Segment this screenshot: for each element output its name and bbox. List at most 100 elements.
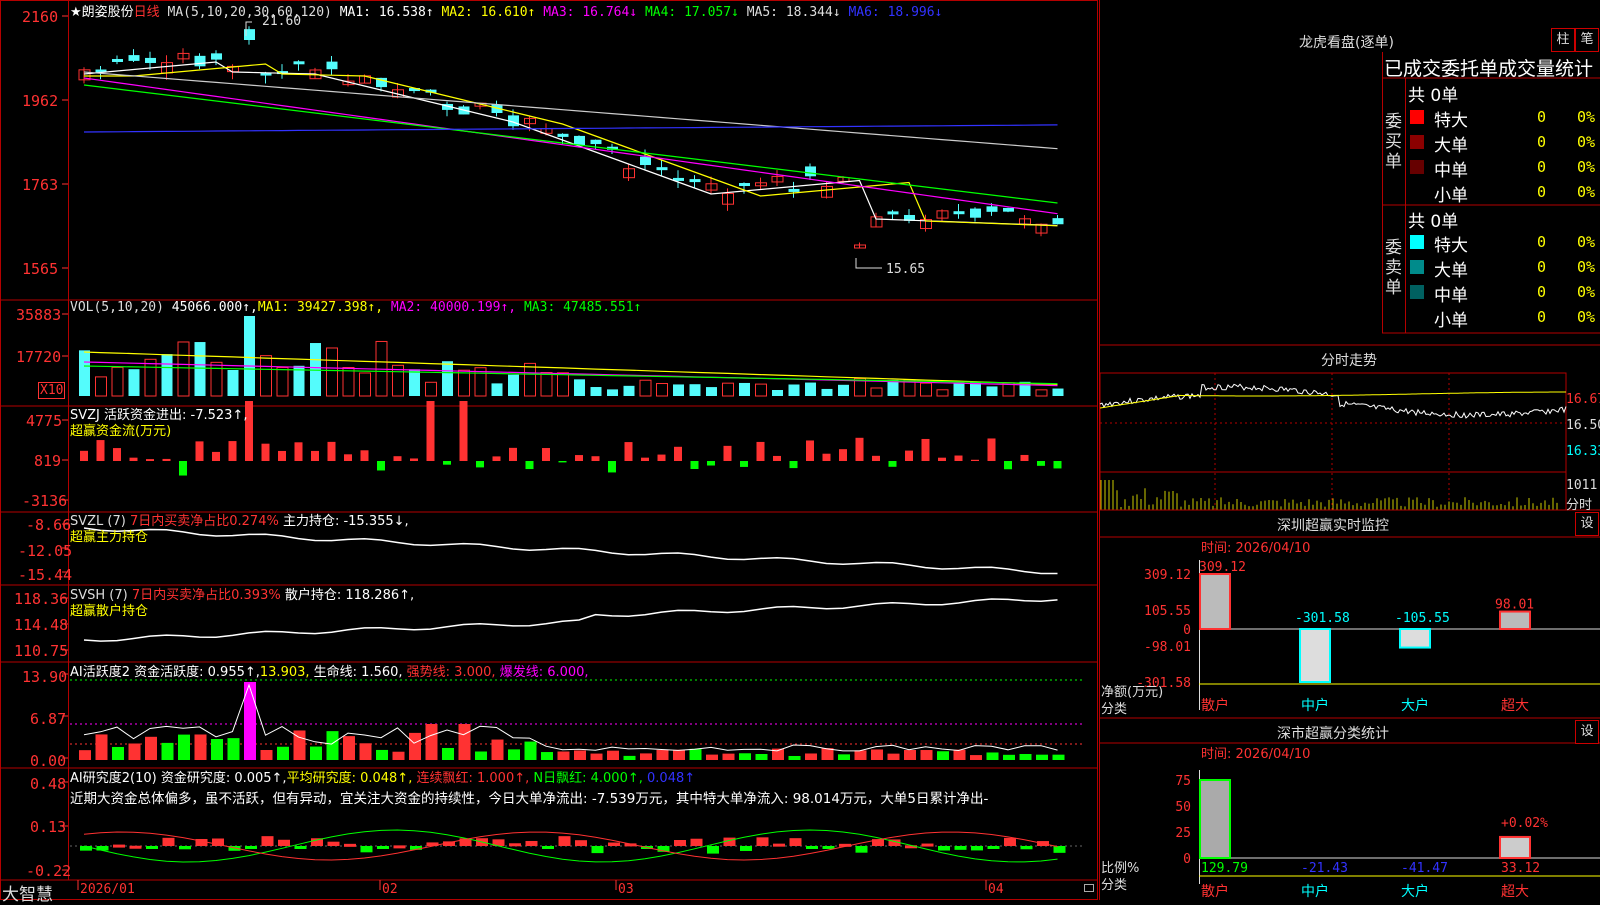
vol-bar [986,386,998,396]
chart-area[interactable]: ★朗姿股份日线 MA(5,10,20,30,60,120) MA1: 16.53… [0,0,1098,905]
buy-name: 大单 [1434,136,1468,156]
svzj-bar [410,458,418,461]
svzj-bar [509,447,517,461]
ai1-bar [458,724,471,760]
ai1-bar [970,755,982,760]
svzl-subtitle: 超赢主力持仓 [70,530,149,545]
ai1-bar [887,753,900,760]
vol-bar [458,369,470,397]
svzj-bar [179,461,187,476]
sz-class-category-label: 超大 [1501,884,1529,900]
brand-label: 大智慧 [2,885,53,905]
sell-count: 0 [1537,308,1547,326]
vol-bar [342,366,355,397]
vol-bar [128,369,140,396]
vol-unit: X10 [38,382,66,399]
intraday-frame [1099,372,1567,511]
svzj-bar [591,456,600,461]
ai1-bar [508,749,520,760]
ai1-bar [557,751,570,760]
main-header: ★朗姿股份日线 MA(5,10,20,30,60,120) MA1: 16.53… [70,1,942,20]
svzl-axis-1: -12.05 [18,542,73,560]
vol-bar [590,387,602,396]
sz-monitor-settings-button[interactable]: 设 [1575,512,1599,536]
ai1-bar [161,742,174,760]
ai1-v1: 13.903, [259,665,310,680]
sell-row: 中单 0 0% [1408,281,1598,306]
period-label[interactable]: 日线 [134,5,160,20]
ai1-bar [937,751,949,760]
buy-count: 0 [1537,183,1547,201]
sz-class-axis-label: 50 [1175,800,1191,815]
vol-bar [623,385,635,396]
svzj-bar [690,461,699,470]
ai1-bar [755,754,768,760]
main-chart-svg[interactable] [0,0,1098,900]
ma2-line [84,63,1058,227]
sell-name: 大单 [1434,261,1468,281]
intraday-vol-label: 1011 [1566,478,1598,493]
candle-body [1052,218,1064,225]
ai2-bar [674,840,686,846]
vol-bar [227,370,239,396]
vol-bar [177,341,190,397]
ai1-bar [640,753,652,760]
svzj-bar [938,457,946,461]
sz-class-axis-label: 25 [1175,826,1191,841]
sell-pct: 0% [1577,233,1596,251]
svsh-subtitle: 超赢散户持仓 [70,604,149,619]
sz-class-settings-button[interactable]: 设 [1575,720,1599,744]
ai1-bar [1003,754,1015,760]
buy-name: 中单 [1434,161,1468,181]
ai1-bar [475,751,487,760]
sz-class-bar [1199,779,1231,859]
vol-bar [310,343,321,396]
sz-monitor-category-label: 超大 [1501,698,1529,714]
stock-title[interactable]: ★朗姿股份 [70,5,134,20]
vol-bar [607,389,618,396]
ai1-bar [128,743,141,760]
ai2-bar [773,843,785,847]
sell-pct: 0% [1577,258,1596,276]
ai1-bar [788,755,801,760]
ai2-v2: 连续飘红: 1.000↑, [416,771,530,786]
candle-body [656,167,668,171]
sz-monitor-value-label: -105.55 [1395,611,1450,626]
vol-ma3: MA3: 47485.551↑ [523,300,642,315]
ai2-bar [938,846,950,851]
intraday-axis-1: 16.50 [1566,418,1600,433]
buy-row: 大单 0 0% [1408,131,1598,156]
sell-side-label: 委卖单 [1385,238,1402,298]
ma4-label: MA4: 17.057↓ [644,5,739,20]
ai2-bar [608,842,620,846]
ai1-bar [260,750,273,760]
ai1-axis-2: 0.00 [30,752,67,770]
date-label-0: 2026/01 [80,882,135,897]
tick-mode-button[interactable]: 笔 [1575,28,1599,52]
vol-bar [920,382,932,397]
ma-param-label: MA(5,10,20,30,60,120) [167,5,332,20]
ai2-bar [1004,837,1016,846]
sz-monitor-axis-label: 105.55 [1144,604,1191,619]
bar-mode-button[interactable]: 柱 [1551,28,1575,52]
sz-class-value-label: -41.47 [1401,861,1448,876]
sell-total: 共 0单 [1408,212,1459,232]
svzj-bar [756,441,765,461]
vol-bar [409,369,420,396]
svzl-line [83,527,1058,575]
ai1-bar [227,738,240,760]
vol-bar [210,361,223,397]
vol-bar [739,382,750,396]
ai2-bar [377,846,389,849]
candle-body [986,206,998,212]
ai1-bar [541,752,553,760]
sz-class-value-label: -21.43 [1301,861,1348,876]
sell-row: 特大 0 0% [1408,231,1598,256]
ai2-bar [954,846,967,850]
ai1-bar [178,734,190,760]
lock-icon[interactable] [1084,884,1094,892]
sell-row: 大单 0 0% [1408,256,1598,281]
sz-monitor-time: 时间: 2026/04/10 [1201,541,1311,556]
vol-bar [491,383,503,396]
svzj-bar [459,401,468,461]
